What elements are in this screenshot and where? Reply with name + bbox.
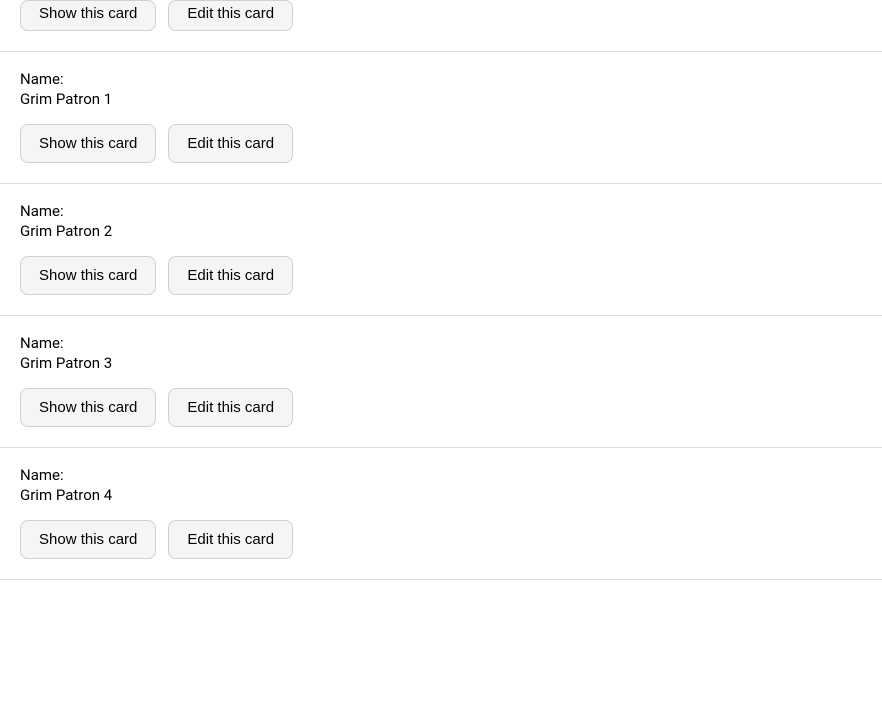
- partial-card-buttons: Show this card Edit this card: [20, 0, 862, 41]
- card-label-1: Name:: [20, 70, 862, 88]
- card-item-4: Name: Grim Patron 4 Show this card Edit …: [0, 448, 882, 580]
- partial-card-item: Show this card Edit this card: [0, 0, 882, 52]
- edit-card-1-button[interactable]: Edit this card: [168, 124, 293, 163]
- card-item-1: Name: Grim Patron 1 Show this card Edit …: [0, 52, 882, 184]
- edit-card-2-button[interactable]: Edit this card: [168, 256, 293, 295]
- card-1-buttons: Show this card Edit this card: [20, 124, 862, 163]
- card-4-buttons: Show this card Edit this card: [20, 520, 862, 559]
- partial-edit-button[interactable]: Edit this card: [168, 0, 293, 31]
- card-name-2: Grim Patron 2: [20, 222, 862, 240]
- card-2-buttons: Show this card Edit this card: [20, 256, 862, 295]
- show-card-3-button[interactable]: Show this card: [20, 388, 156, 427]
- card-name-3: Grim Patron 3: [20, 354, 862, 372]
- card-3-buttons: Show this card Edit this card: [20, 388, 862, 427]
- show-card-4-button[interactable]: Show this card: [20, 520, 156, 559]
- card-label-3: Name:: [20, 334, 862, 352]
- card-label-4: Name:: [20, 466, 862, 484]
- card-item-3: Name: Grim Patron 3 Show this card Edit …: [0, 316, 882, 448]
- edit-card-4-button[interactable]: Edit this card: [168, 520, 293, 559]
- card-label-2: Name:: [20, 202, 862, 220]
- partial-show-button[interactable]: Show this card: [20, 0, 156, 31]
- show-card-2-button[interactable]: Show this card: [20, 256, 156, 295]
- card-item-2: Name: Grim Patron 2 Show this card Edit …: [0, 184, 882, 316]
- show-card-1-button[interactable]: Show this card: [20, 124, 156, 163]
- card-name-4: Grim Patron 4: [20, 486, 862, 504]
- edit-card-3-button[interactable]: Edit this card: [168, 388, 293, 427]
- card-name-1: Grim Patron 1: [20, 90, 862, 108]
